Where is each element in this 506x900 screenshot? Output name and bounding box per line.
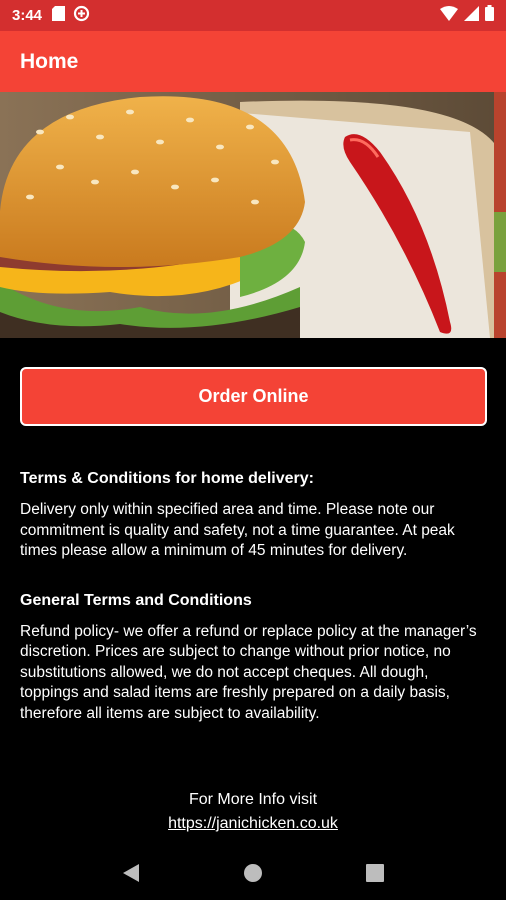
home-button[interactable]: [233, 853, 273, 893]
signal-icon: [464, 5, 479, 26]
status-bar: 3:44: [0, 0, 506, 31]
delivery-terms-body: Delivery only within specified area and …: [20, 501, 455, 559]
burger-image: [0, 92, 506, 338]
recents-button[interactable]: [355, 853, 395, 893]
delivery-terms-title: Terms & Conditions for home delivery:: [20, 470, 314, 487]
page-title: Home: [20, 49, 79, 73]
status-right-icons: [440, 5, 494, 26]
sd-card-icon: [52, 5, 66, 26]
back-button[interactable]: [111, 853, 151, 893]
general-terms-section: General Terms and Conditions Refund poli…: [20, 590, 488, 725]
data-saver-icon: [73, 5, 90, 27]
wifi-icon: [440, 5, 458, 26]
battery-icon: [485, 5, 494, 26]
status-left-icons: [52, 5, 90, 27]
banner-carousel[interactable]: [0, 92, 506, 338]
footer: For More Info visit https://janichicken.…: [0, 789, 506, 835]
order-online-button[interactable]: Order Online: [20, 367, 487, 426]
website-link[interactable]: https://janichicken.co.uk: [168, 813, 338, 835]
general-terms-body: Refund policy- we offer a refund or repl…: [20, 622, 477, 722]
more-info-label: For More Info visit: [188, 791, 318, 808]
app-bar: Home: [0, 31, 506, 92]
terms-content: Terms & Conditions for home delivery: De…: [20, 468, 488, 724]
general-terms-title: General Terms and Conditions: [20, 591, 252, 609]
home-icon: [244, 864, 262, 882]
back-icon: [123, 864, 139, 882]
status-time: 3:44: [12, 7, 43, 24]
recents-icon: [366, 864, 384, 882]
system-nav-bar: [0, 846, 506, 900]
